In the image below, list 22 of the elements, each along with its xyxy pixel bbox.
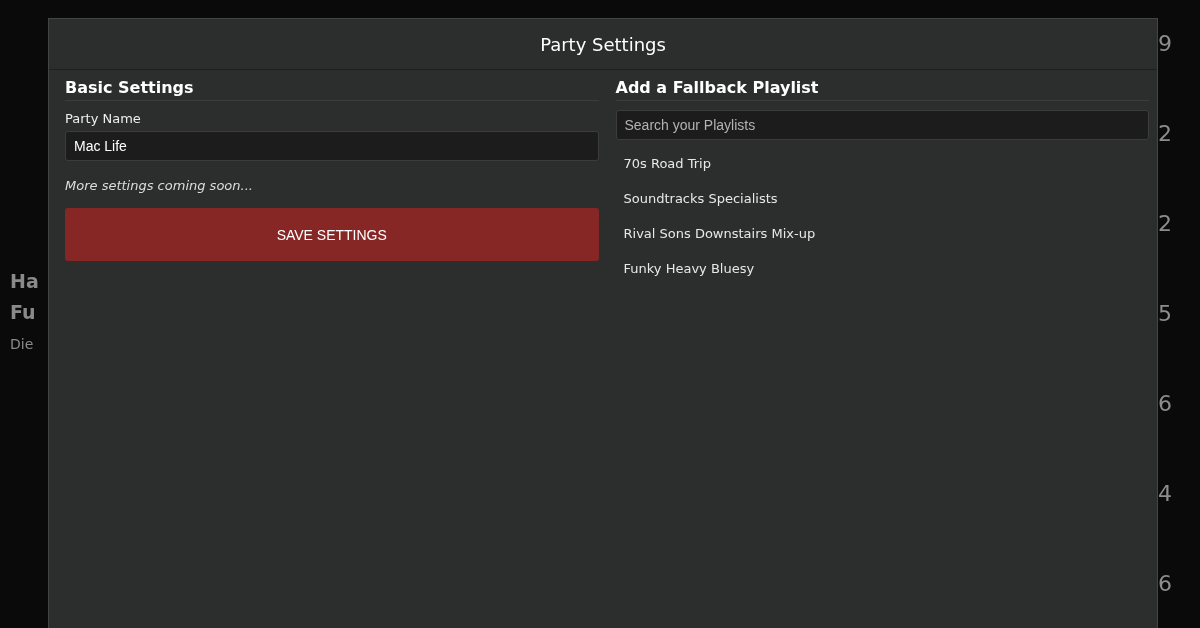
background-title: Fu	[10, 300, 37, 325]
party-name-field[interactable]: Mac Life	[65, 131, 599, 161]
playlist-item[interactable]: 70s Road Trip	[615, 152, 719, 175]
save-button[interactable]: SAVE SETTINGS	[65, 208, 599, 261]
background-subtitle: Die	[10, 336, 35, 352]
search-field[interactable]: Search your Playlists	[615, 110, 1149, 140]
section-heading: Add a Fallback Playlist	[615, 78, 1149, 101]
background-number: 2	[1158, 212, 1172, 235]
playlist-item[interactable]: Rival Sons Downstairs Mix-up	[615, 222, 824, 245]
background-number: 4	[1158, 482, 1172, 505]
background-number: 6	[1158, 572, 1172, 595]
background-number: 5	[1158, 302, 1172, 325]
background-title: Ha	[10, 269, 39, 294]
playlist-item[interactable]: Funky Heavy Bluesy	[615, 257, 763, 280]
background-number: 6	[1158, 392, 1172, 415]
section-heading: Basic Settings	[65, 78, 599, 101]
playlist-item[interactable]: Soundtracks Specialists	[615, 187, 786, 210]
background-number: 9	[1158, 32, 1172, 55]
field-label: Party Name	[65, 111, 141, 126]
background-number: 2	[1158, 122, 1172, 145]
dialog-title: Party Settings	[540, 33, 666, 55]
info-note: More settings coming soon...	[65, 178, 253, 193]
